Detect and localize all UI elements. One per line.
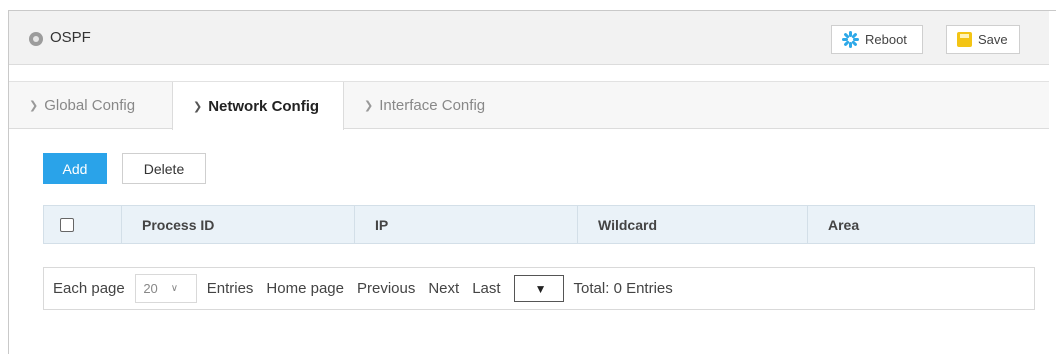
page-jump-select[interactable]: ▼ <box>513 275 564 302</box>
tab-label: Network Config <box>208 97 320 115</box>
tab-label: Global Config <box>44 97 136 114</box>
reboot-label: Reboot <box>865 32 907 47</box>
ospf-panel: OSPF Reboot Save ❯ Global Config ❯ Netwo… <box>8 10 1056 354</box>
last-page-link[interactable]: Last <box>472 280 500 297</box>
save-label: Save <box>978 32 1008 47</box>
add-button[interactable]: Add <box>43 153 107 184</box>
column-header-process-id[interactable]: Process ID <box>122 206 355 243</box>
tab-interface-config[interactable]: ❯ Interface Config <box>344 82 534 129</box>
page-size-select[interactable]: 20 ∨ <box>134 274 197 303</box>
delete-button[interactable]: Delete <box>122 153 206 184</box>
select-all-checkbox[interactable] <box>60 217 74 232</box>
pagination-bar: Each page 20 ∨ Entries Home page Previou… <box>43 267 1035 310</box>
chevron-down-icon: ▼ <box>534 281 547 296</box>
reboot-spinner-icon <box>842 31 859 48</box>
chevron-down-icon: ∨ <box>170 283 179 294</box>
network-table-header: Process ID IP Wildcard Area <box>43 205 1035 244</box>
column-header-area[interactable]: Area <box>808 206 1034 243</box>
home-page-link[interactable]: Home page <box>266 280 344 297</box>
total-entries: Total: 0 Entries <box>573 280 673 297</box>
next-page-link[interactable]: Next <box>428 280 459 297</box>
panel-header: OSPF Reboot Save <box>9 11 1049 65</box>
tab-bar: ❯ Global Config ❯ Network Config ❯ Inter… <box>9 81 1049 130</box>
column-header-ip[interactable]: IP <box>355 206 578 243</box>
select-all-cell <box>44 206 122 243</box>
tab-label: Interface Config <box>379 97 486 114</box>
entries-label: Entries <box>206 280 254 297</box>
page-size-value: 20 <box>143 281 158 296</box>
page-title: OSPF <box>50 29 91 46</box>
chevron-right-icon: ❯ <box>193 100 203 113</box>
save-icon <box>957 32 972 47</box>
save-button[interactable]: Save <box>946 25 1020 54</box>
tab-network-config[interactable]: ❯ Network Config <box>172 82 344 130</box>
status-dot-icon <box>29 32 43 46</box>
column-header-wildcard[interactable]: Wildcard <box>578 206 808 243</box>
previous-page-link[interactable]: Previous <box>357 280 415 297</box>
tab-global-config[interactable]: ❯ Global Config <box>9 82 172 129</box>
chevron-right-icon: ❯ <box>29 100 39 112</box>
reboot-button[interactable]: Reboot <box>831 25 923 54</box>
each-page-label: Each page <box>53 280 125 297</box>
chevron-right-icon: ❯ <box>364 100 374 112</box>
